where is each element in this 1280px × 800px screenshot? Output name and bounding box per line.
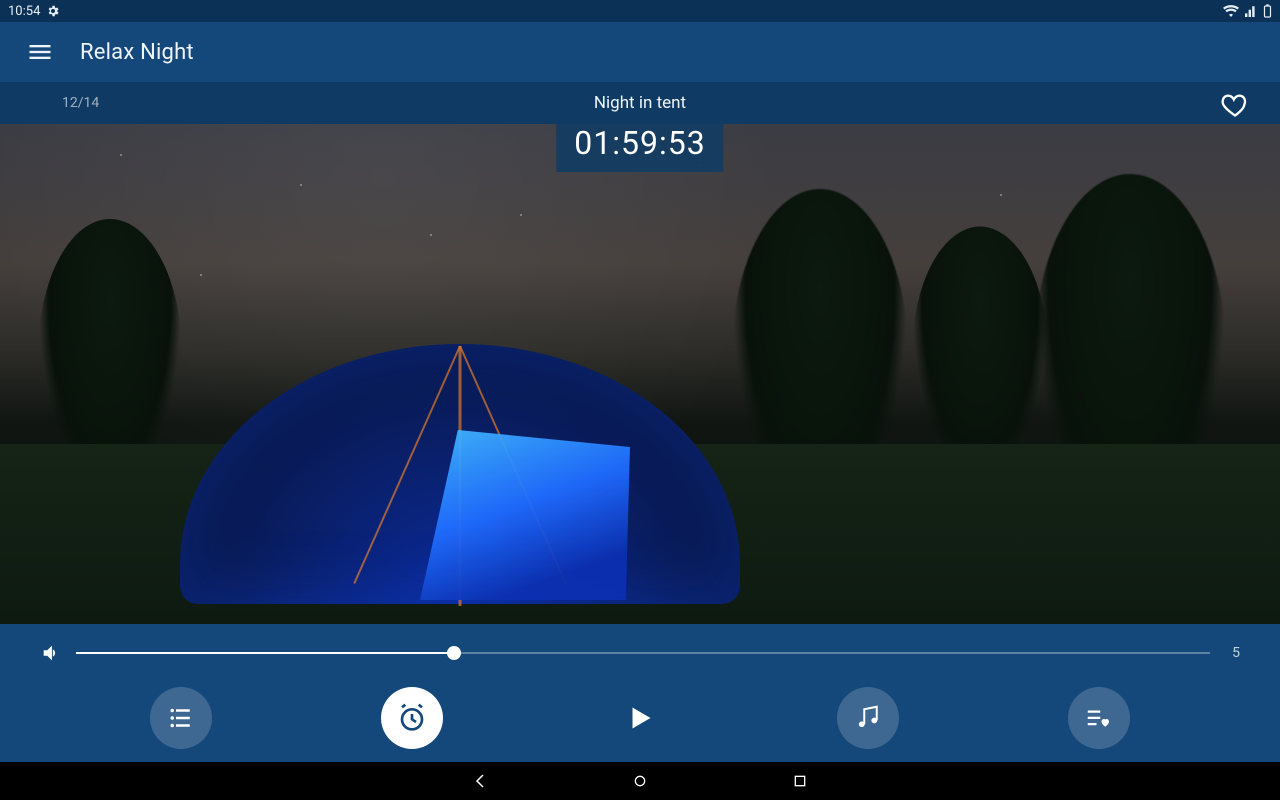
nav-home-icon [632, 773, 648, 789]
heart-outline-icon [1221, 91, 1249, 119]
gear-icon [46, 4, 60, 18]
track-counter: 12/14 [62, 95, 99, 111]
status-time: 10:54 [8, 4, 40, 19]
volume-value: 5 [1224, 645, 1240, 661]
system-nav-bar [0, 762, 1280, 800]
favorite-button[interactable] [1218, 88, 1252, 122]
track-info-strip: 12/14 Night in tent [0, 82, 1280, 124]
volume-icon[interactable] [40, 642, 62, 664]
signal-icon [1245, 5, 1257, 17]
app-title: Relax Night [80, 40, 194, 65]
battery-icon [1263, 4, 1272, 18]
nav-home-button[interactable] [625, 766, 655, 796]
track-artwork[interactable]: 01:59:53 [0, 124, 1280, 624]
sound-list-button[interactable] [150, 687, 212, 749]
sleep-timer-display: 01:59:53 [556, 124, 723, 172]
status-bar: 10:54 [0, 0, 1280, 22]
timer-button[interactable] [381, 687, 443, 749]
list-icon [166, 703, 196, 733]
tent-graphic [180, 344, 740, 604]
nav-back-button[interactable] [465, 766, 495, 796]
nav-recent-icon [792, 773, 808, 789]
nav-recent-button[interactable] [785, 766, 815, 796]
music-note-icon [853, 703, 883, 733]
wifi-icon [1223, 5, 1239, 17]
playlist-heart-icon [1084, 703, 1114, 733]
play-icon [622, 700, 658, 736]
menu-icon[interactable] [26, 38, 54, 66]
app-bar: Relax Night [0, 22, 1280, 82]
alarm-clock-icon [396, 702, 428, 734]
track-title: Night in tent [594, 93, 686, 113]
volume-slider[interactable] [76, 641, 1210, 665]
player-controls: 5 [0, 624, 1280, 762]
play-button[interactable] [612, 690, 668, 746]
music-button[interactable] [837, 687, 899, 749]
nav-back-icon [471, 772, 489, 790]
favorites-list-button[interactable] [1068, 687, 1130, 749]
